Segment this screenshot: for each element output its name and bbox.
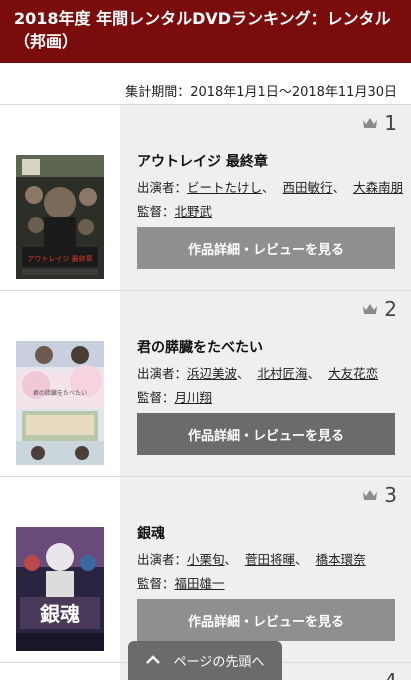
rank-badge: 3	[362, 483, 397, 507]
cast-link[interactable]: ビートたけし	[187, 180, 262, 195]
cast-link[interactable]: 橋本環奈	[316, 552, 366, 567]
crown-icon	[362, 303, 378, 315]
movie-title: アウトレイジ 最終章	[137, 154, 268, 170]
cast-line: 出演者：ビートたけし、 西田敏行、 大森南朋	[137, 180, 404, 195]
director-label: 監督：	[137, 204, 175, 219]
ranking-item: アウトレイジ 最終章 1 アウトレイジ 最終章 出演者：ビートたけし、 西田敏行、…	[0, 105, 411, 291]
page-top-label: ページの先頭へ	[173, 655, 265, 670]
director-line: 監督：北野武	[137, 201, 212, 220]
page-header: 2018年度 年間レンタルDVDランキング：レンタル（邦画）	[0, 0, 411, 63]
crown-icon	[362, 117, 378, 129]
thumbnail-column: 君の膵臓をたべたい	[0, 291, 120, 476]
director-link[interactable]: 福田雄一	[175, 576, 225, 591]
rank-badge: 2	[362, 297, 397, 321]
detail-review-button[interactable]: 作品詳細・レビューを見る	[137, 413, 395, 455]
cast-label: 出演者：	[137, 366, 188, 381]
detail-review-button[interactable]: 作品詳細・レビューを見る	[137, 599, 395, 641]
ranking-item: 銀魂 3 銀魂 出演者：小栗旬、 菅田将暉、 橋本環奈 監督：福田雄一 作品詳細・レ…	[0, 477, 411, 663]
movie-title: 銀魂	[137, 526, 165, 542]
rank-number: 4	[384, 669, 397, 680]
rank-badge: 4	[384, 669, 397, 680]
cast-line: 出演者：浜辺美波、 北村匠海、 大友花恋	[137, 366, 379, 381]
cast-link[interactable]: 小栗旬	[187, 552, 225, 567]
thumbnail-column	[0, 663, 120, 680]
cast-label: 出演者：	[137, 180, 188, 195]
page-top-button[interactable]: ページの先頭へ	[128, 641, 282, 680]
page-title: 2018年度 年間レンタルDVDランキング：レンタル（邦画）	[14, 9, 391, 51]
cast-link[interactable]: 菅田将暉	[245, 552, 295, 567]
director-label: 監督：	[137, 576, 175, 591]
rank-badge: 1	[362, 111, 397, 135]
cast-link[interactable]: 北村匠海	[258, 366, 308, 381]
poster-image[interactable]: アウトレイジ 最終章	[16, 155, 104, 279]
director-link[interactable]: 月川翔	[175, 390, 213, 405]
rank-number: 2	[384, 297, 397, 321]
info-column: 2 君の膵臓をたべたい 出演者：浜辺美波、 北村匠海、 大友花恋 監督：月川翔 作品…	[120, 291, 411, 476]
detail-review-button[interactable]: 作品詳細・レビューを見る	[137, 227, 395, 269]
cast-link[interactable]: 大友花恋	[328, 366, 378, 381]
poster-title: アウトレイジ 最終章	[27, 254, 92, 263]
cast-label: 出演者：	[137, 552, 188, 567]
cast-link[interactable]: 浜辺美波	[187, 366, 237, 381]
poster-image[interactable]: 銀魂	[16, 527, 104, 651]
crown-icon	[362, 489, 378, 501]
info-column: 3 銀魂 出演者：小栗旬、 菅田将暉、 橋本環奈 監督：福田雄一 作品詳細・レビュー…	[120, 477, 411, 662]
poster-image[interactable]: 君の膵臓をたべたい	[16, 341, 104, 465]
director-line: 監督：福田雄一	[137, 573, 225, 592]
poster-title: 銀魂	[40, 602, 80, 626]
thumbnail-column: アウトレイジ 最終章	[0, 105, 120, 290]
rank-number: 1	[384, 111, 397, 135]
movie-title: 君の膵臓をたべたい	[137, 340, 263, 356]
cast-line: 出演者：小栗旬、 菅田将暉、 橋本環奈	[137, 552, 366, 567]
director-line: 監督：月川翔	[137, 387, 212, 406]
director-label: 監督：	[137, 390, 175, 405]
director-link[interactable]: 北野武	[175, 204, 213, 219]
info-column: 1 アウトレイジ 最終章 出演者：ビートたけし、 西田敏行、 大森南朋 監督：北野武…	[120, 105, 411, 290]
ranking-item: 君の膵臓をたべたい 2 君の膵臓をたべたい 出演者：浜辺美波、 北村匠海、 大友花恋…	[0, 291, 411, 477]
aggregation-period: 集計期間：2018年1月1日〜2018年11月30日	[0, 63, 411, 105]
cast-link[interactable]: 西田敏行	[283, 180, 333, 195]
poster-title: 君の膵臓をたべたい	[33, 389, 87, 397]
chevron-up-icon	[145, 653, 160, 668]
rank-number: 3	[384, 483, 397, 507]
thumbnail-column: 銀魂	[0, 477, 120, 662]
cast-link[interactable]: 大森南朋	[353, 180, 403, 195]
